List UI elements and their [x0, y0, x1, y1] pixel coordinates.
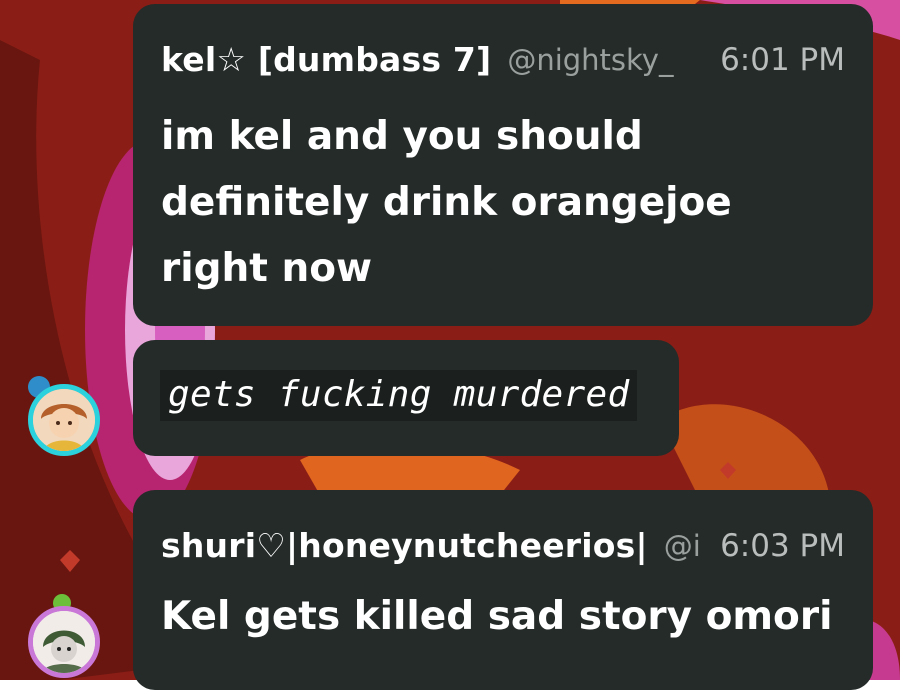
user-handle: @nightsky_ — [507, 42, 674, 77]
timestamp: 6:01 PM — [720, 41, 845, 78]
username[interactable]: shuri♡|honeynutcheerios| — [161, 526, 648, 565]
user-handle: @i — [663, 528, 701, 563]
message-text: Kel gets killed sad story omori — [161, 594, 833, 639]
timestamp: 6:03 PM — [720, 527, 845, 564]
shuri-avatar-icon[interactable] — [28, 606, 100, 678]
message-bubble-kel[interactable]: kel☆ [dumbass 7] @nightsky_ 6:01 PM im k… — [133, 4, 873, 326]
message-bubble-kel-followup[interactable]: gets fucking murdered — [133, 340, 679, 456]
message-header: kel☆ [dumbass 7] @nightsky_ 6:01 PM — [161, 40, 845, 79]
shuri-avatar-art — [33, 611, 95, 673]
inline-code-text: gets fucking murdered — [160, 370, 638, 421]
username[interactable]: kel☆ [dumbass 7] — [161, 40, 491, 79]
message-bubble-shuri[interactable]: shuri♡|honeynutcheerios| @i 6:03 PM Kel … — [133, 490, 873, 690]
kel-avatar-icon[interactable] — [28, 384, 100, 456]
message-header: shuri♡|honeynutcheerios| @i 6:03 PM — [161, 526, 845, 565]
message-text: im kel and you should definitely drink o… — [161, 114, 732, 291]
kel-avatar-art — [33, 389, 95, 451]
